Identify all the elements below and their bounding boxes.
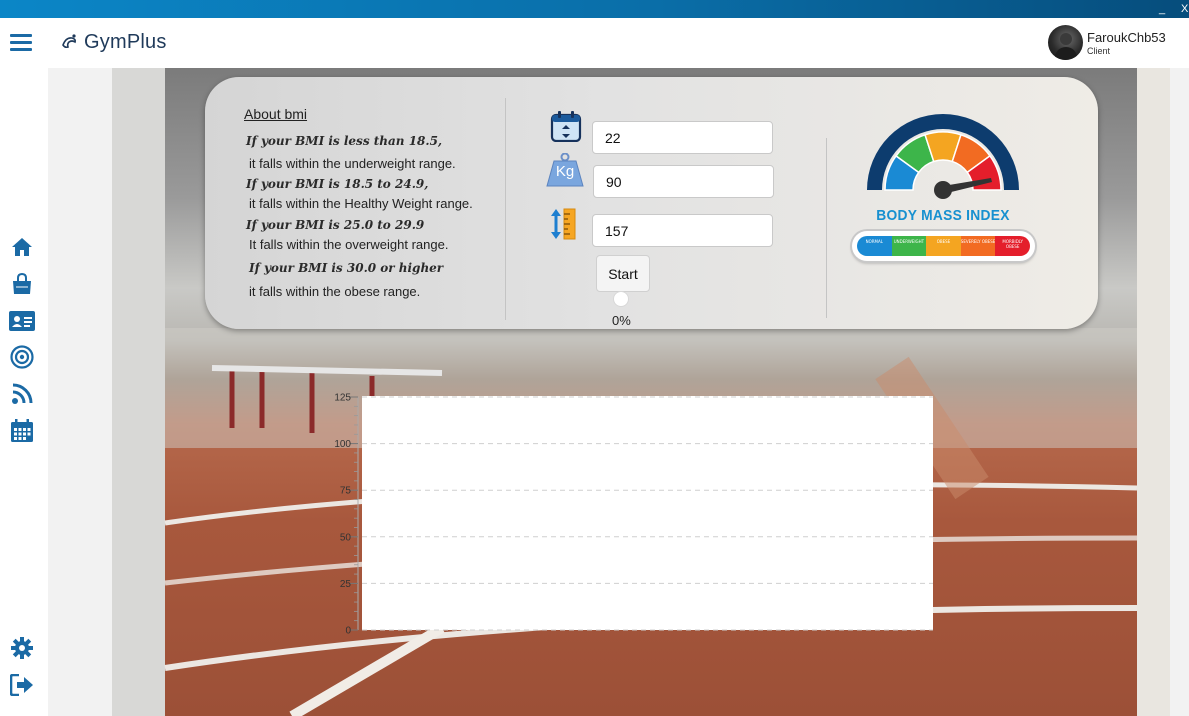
bmi-rule-text: it falls within the Healthy Weight range… bbox=[249, 196, 473, 211]
bmi-scale-segment: OBESE bbox=[926, 236, 961, 256]
y-tick-label: 100 bbox=[334, 439, 351, 450]
app-logo: GymPlus bbox=[60, 29, 167, 55]
age-input[interactable] bbox=[592, 121, 773, 154]
user-profile[interactable]: FaroukChb53 Client bbox=[1048, 25, 1188, 61]
user-role: Client bbox=[1087, 46, 1111, 56]
about-bmi-title: About bmi bbox=[244, 106, 308, 122]
y-tick-label: 25 bbox=[340, 579, 352, 590]
bmi-rule-condition: If your BMI is 30.0 or higher bbox=[249, 261, 444, 275]
shopping-bag-icon bbox=[13, 273, 31, 294]
divider bbox=[505, 98, 506, 320]
sidebar-item-goals[interactable] bbox=[9, 345, 35, 369]
rss-icon bbox=[12, 383, 33, 404]
bmi-rule-text: it falls within the obese range. bbox=[249, 284, 421, 299]
sidebar-item-shop[interactable] bbox=[9, 272, 35, 296]
calendar-age-icon bbox=[550, 111, 582, 142]
start-button[interactable]: Start bbox=[596, 255, 650, 292]
progress-percent: 0% bbox=[612, 313, 631, 328]
menu-icon[interactable] bbox=[10, 34, 32, 52]
bmi-scale-bar: NORMAL UNDERWEIGHT OBESE SEVERELY OBESE MORB… bbox=[852, 231, 1035, 261]
runner-logo-icon bbox=[62, 34, 76, 49]
sidebar-item-logout[interactable] bbox=[9, 673, 35, 697]
sidebar-item-profile[interactable] bbox=[9, 309, 35, 333]
bmi-chart: 0 25 50 75 100 125 bbox=[334, 393, 933, 637]
gear-icon bbox=[11, 637, 33, 659]
weight-icon: Kg bbox=[546, 153, 584, 187]
bmi-gauge-title: BODY MASS INDEX bbox=[876, 207, 1010, 224]
weight-unit-label: Kg bbox=[555, 163, 575, 180]
bmi-rule-text: It falls within the overweight range. bbox=[249, 237, 449, 252]
y-tick-label: 75 bbox=[340, 486, 352, 497]
bmi-scale-segment: SEVERELY OBESE bbox=[960, 236, 996, 256]
bmi-rule-condition: If your BMI is 25.0 to 29.9 bbox=[246, 218, 425, 232]
close-button[interactable]: X bbox=[1181, 2, 1188, 16]
app-header: GymPlus FaroukChb53 Client bbox=[0, 18, 1189, 68]
sidebar-item-calendar[interactable] bbox=[9, 419, 35, 443]
avatar[interactable] bbox=[1048, 25, 1083, 60]
bmi-rule-text: it falls within the underweight range. bbox=[249, 156, 456, 171]
bmi-gauge-image bbox=[867, 114, 1019, 199]
height-icon bbox=[551, 208, 576, 240]
user-name: FaroukChb53 bbox=[1087, 30, 1166, 45]
y-tick-label: 125 bbox=[334, 393, 351, 404]
bmi-scale-segment: UNDERWEIGHT bbox=[891, 236, 927, 256]
y-tick-label: 0 bbox=[345, 626, 351, 637]
id-card-icon bbox=[9, 311, 35, 331]
bmi-rule-condition: If your BMI is 18.5 to 24.9, bbox=[246, 177, 429, 191]
logout-icon bbox=[10, 674, 33, 696]
app-name: GymPlus bbox=[84, 30, 167, 53]
bmi-scale-segment: MORBIDLY OBESE bbox=[995, 236, 1030, 256]
bmi-rule-condition: If your BMI is less than 18.5, bbox=[246, 134, 443, 148]
sidebar-item-feed[interactable] bbox=[9, 382, 35, 406]
calendar-icon bbox=[11, 419, 33, 442]
bmi-scale-segment: NORMAL bbox=[857, 236, 892, 256]
sidebar-item-settings[interactable] bbox=[9, 636, 35, 660]
y-tick-label: 50 bbox=[340, 532, 352, 543]
divider bbox=[826, 138, 827, 318]
progress-indicator bbox=[613, 291, 629, 307]
home-icon bbox=[12, 238, 32, 256]
height-input[interactable] bbox=[592, 214, 773, 247]
sidebar-item-home[interactable] bbox=[9, 235, 35, 259]
window-title-bar: _ X bbox=[0, 0, 1189, 18]
minimize-button[interactable]: _ bbox=[1159, 2, 1165, 16]
target-icon bbox=[10, 345, 34, 369]
weight-input[interactable] bbox=[593, 165, 774, 198]
